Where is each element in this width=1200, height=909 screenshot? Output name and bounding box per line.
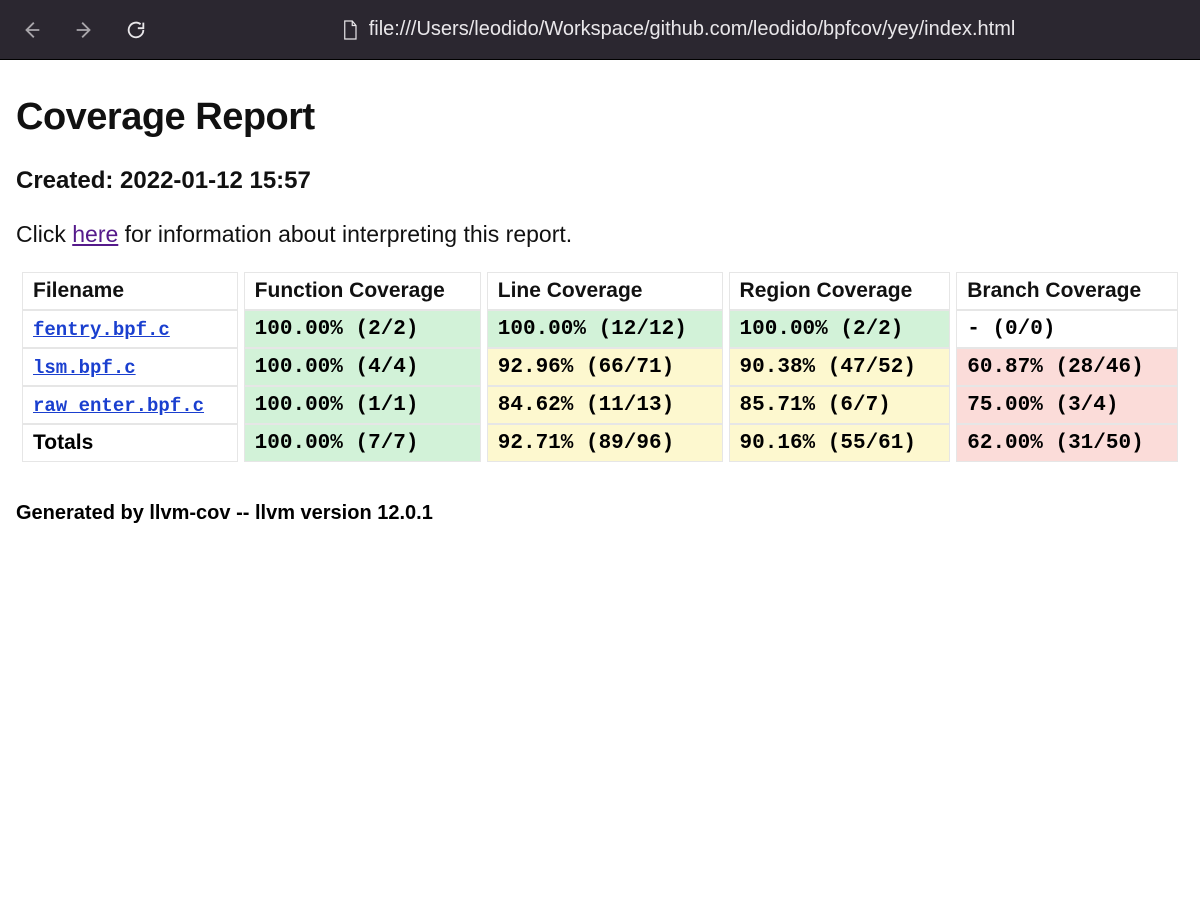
cell-function: 100.00% (7/7) [244,424,481,462]
forward-button[interactable] [72,18,96,42]
cell-function: 100.00% (2/2) [244,310,481,348]
hint-before: Click [16,221,72,247]
hint-line: Click here for information about interpr… [16,221,1184,248]
cell-region: 90.16% (55/61) [729,424,951,462]
page-title: Coverage Report [16,96,1184,139]
nav-controls [20,18,148,42]
reload-button[interactable] [124,18,148,42]
cell-branch: - (0/0) [956,310,1178,348]
table-row: fentry.bpf.c 100.00% (2/2)100.00% (12/12)… [22,310,1178,348]
page-content: Coverage Report Created: 2022-01-12 15:5… [0,60,1200,565]
cell-line: 100.00% (12/12) [487,310,723,348]
cell-region: 100.00% (2/2) [729,310,951,348]
col-region: Region Coverage [729,272,951,310]
created-line: Created: 2022-01-12 15:57 [16,167,1184,195]
created-timestamp: 2022-01-12 15:57 [120,167,311,194]
address-bar[interactable]: file:///Users/leodido/Workspace/github.c… [176,18,1180,41]
file-icon [341,19,359,41]
cell-filename: fentry.bpf.c [22,310,238,348]
browser-toolbar: file:///Users/leodido/Workspace/github.c… [0,0,1200,60]
col-branch: Branch Coverage [956,272,1178,310]
col-function: Function Coverage [244,272,481,310]
cell-line: 84.62% (11/13) [487,386,723,424]
table-header-row: Filename Function Coverage Line Coverage… [22,272,1178,310]
arrow-right-icon [73,19,95,41]
url-text: file:///Users/leodido/Workspace/github.c… [369,18,1016,41]
col-line: Line Coverage [487,272,723,310]
file-link[interactable]: raw_enter.bpf.c [33,395,204,417]
cell-region: 90.38% (47/52) [729,348,951,386]
cell-branch: 62.00% (31/50) [956,424,1178,462]
coverage-table-body: fentry.bpf.c 100.00% (2/2)100.00% (12/12)… [22,310,1178,462]
hint-link[interactable]: here [72,221,118,247]
table-row: lsm.bpf.c 100.00% (4/4)92.96% (66/71)90.3… [22,348,1178,386]
generator-footer: Generated by llvm-cov -- llvm version 12… [16,502,1184,525]
cell-line: 92.71% (89/96) [487,424,723,462]
table-row: Totals100.00% (7/7)92.71% (89/96)90.16% … [22,424,1178,462]
cell-line: 92.96% (66/71) [487,348,723,386]
table-row: raw_enter.bpf.c 100.00% (1/1)84.62% (11/1… [22,386,1178,424]
cell-branch: 75.00% (3/4) [956,386,1178,424]
cell-filename: lsm.bpf.c [22,348,238,386]
cell-filename: Totals [22,424,238,462]
coverage-table: Filename Function Coverage Line Coverage… [16,272,1184,462]
cell-branch: 60.87% (28/46) [956,348,1178,386]
reload-icon [125,19,147,41]
file-link[interactable]: lsm.bpf.c [33,357,136,379]
cell-filename: raw_enter.bpf.c [22,386,238,424]
created-prefix: Created: [16,167,120,194]
cell-region: 85.71% (6/7) [729,386,951,424]
col-filename: Filename [22,272,238,310]
file-link[interactable]: fentry.bpf.c [33,319,170,341]
cell-function: 100.00% (4/4) [244,348,481,386]
cell-function: 100.00% (1/1) [244,386,481,424]
arrow-left-icon [21,19,43,41]
hint-after: for information about interpreting this … [118,221,572,247]
back-button[interactable] [20,18,44,42]
